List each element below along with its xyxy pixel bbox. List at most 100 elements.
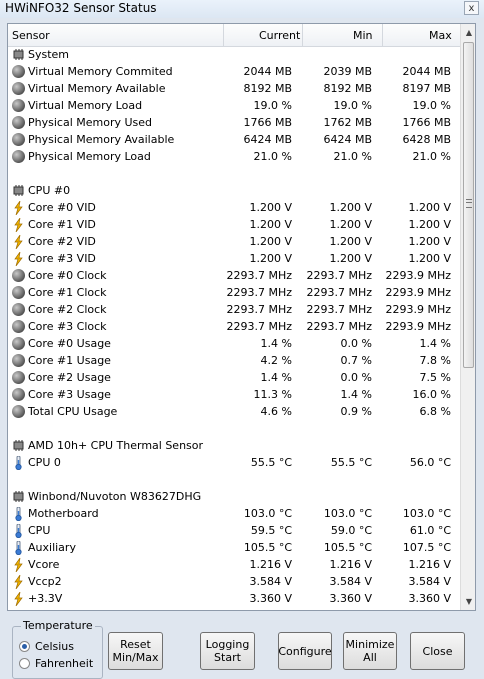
column-header-current[interactable]: Current — [259, 29, 300, 42]
current-value: 1.216 V — [249, 558, 292, 571]
table-row[interactable]: Total CPU Usage 4.6 % 0.9 % 6.8 % — [8, 403, 460, 420]
column-header-min[interactable]: Min — [353, 29, 373, 42]
min-value: 1.200 V — [329, 235, 372, 248]
current-value: 8192 MB — [243, 82, 292, 95]
table-row[interactable]: Core #3 Clock 2293.7 MHz 2293.7 MHz 2293.9 … — [8, 318, 460, 335]
sensor-value-icon — [12, 133, 25, 146]
table-row[interactable]: +3.3V 3.360 V 3.360 V 3.360 V — [8, 590, 460, 607]
column-header-max[interactable]: Max — [429, 29, 452, 42]
table-row[interactable]: Core #2 Clock 2293.7 MHz 2293.7 MHz 2293.9 … — [8, 301, 460, 318]
max-value: 2044 MB — [402, 65, 451, 78]
sensor-group-row[interactable]: AMD 10h+ CPU Thermal Sensor — [8, 437, 460, 454]
voltage-bolt-icon — [12, 557, 25, 573]
column-divider[interactable] — [382, 24, 383, 46]
table-row[interactable]: Physical Memory Available 6424 MB 6424 MB 6… — [8, 131, 460, 148]
current-value: 1766 MB — [243, 116, 292, 129]
voltage-bolt-icon — [12, 217, 25, 233]
table-row[interactable]: Physical Memory Load 21.0 % 21.0 % 21.0 % — [8, 148, 460, 165]
column-divider[interactable] — [302, 24, 303, 46]
table-row[interactable]: Auxiliary 105.5 °C 105.5 °C 107.5 °C — [8, 539, 460, 556]
max-value: 56.0 °C — [409, 456, 451, 469]
sensor-name: Core #2 Clock — [28, 303, 107, 316]
table-row[interactable]: Core #1 Usage 4.2 % 0.7 % 7.8 % — [8, 352, 460, 369]
sensor-value-icon — [12, 99, 25, 112]
sensor-group-row[interactable]: System — [8, 46, 460, 63]
thermometer-icon — [12, 523, 25, 539]
voltage-bolt-icon — [12, 591, 25, 607]
table-row[interactable]: Core #3 Usage 11.3 % 1.4 % 16.0 % — [8, 386, 460, 403]
bottom-bar: Temperature Celsius Fahrenheit Reset Min/… — [0, 612, 484, 679]
close-window-button[interactable]: x — [464, 1, 479, 15]
close-button[interactable]: Close — [410, 632, 465, 670]
current-value: 1.4 % — [260, 371, 292, 384]
scrollbar-thumb[interactable] — [463, 42, 474, 368]
fahrenheit-radio[interactable] — [19, 658, 30, 669]
configure-button[interactable]: Configure — [278, 632, 332, 670]
minimize-all-button[interactable]: Minimize All — [343, 632, 397, 670]
table-row[interactable]: Virtual Memory Available 8192 MB 8192 MB 81… — [8, 80, 460, 97]
table-row[interactable]: Motherboard 103.0 °C 103.0 °C 103.0 °C — [8, 505, 460, 522]
table-row[interactable]: Core #2 VID 1.200 V 1.200 V 1.200 V — [8, 233, 460, 250]
sensor-name: Vccp2 — [28, 575, 62, 588]
sensor-chip-icon — [12, 184, 25, 197]
vertical-scrollbar[interactable]: ▲ ▼ — [460, 24, 475, 610]
current-value: 2293.7 MHz — [226, 303, 292, 316]
logging-start-button[interactable]: Logging Start — [200, 632, 255, 670]
temperature-group: Temperature Celsius Fahrenheit — [12, 619, 103, 679]
sensor-name: Physical Memory Load — [28, 150, 151, 163]
current-value: 4.2 % — [260, 354, 292, 367]
max-value: 2293.9 MHz — [385, 269, 451, 282]
table-row[interactable]: CPU 59.5 °C 59.0 °C 61.0 °C — [8, 522, 460, 539]
column-divider[interactable] — [223, 24, 224, 46]
current-value: 59.5 °C — [250, 524, 292, 537]
table-row[interactable]: Physical Memory Used 1766 MB 1762 MB 1766 M… — [8, 114, 460, 131]
scrollbar-grip — [466, 199, 472, 208]
min-value: 1.200 V — [329, 252, 372, 265]
table-row[interactable]: Core #0 Usage 1.4 % 0.0 % 1.4 % — [8, 335, 460, 352]
scroll-down-button[interactable]: ▼ — [462, 594, 475, 609]
table-row[interactable]: Core #0 Clock 2293.7 MHz 2293.7 MHz 2293.9 … — [8, 267, 460, 284]
current-value: 21.0 % — [253, 150, 292, 163]
min-value: 0.0 % — [340, 371, 372, 384]
current-value: 1.200 V — [249, 235, 292, 248]
table-row[interactable]: Core #2 Usage 1.4 % 0.0 % 7.5 % — [8, 369, 460, 386]
min-value: 2293.7 MHz — [306, 303, 372, 316]
sensor-name: CPU 0 — [28, 456, 61, 469]
current-value: 1.4 % — [260, 337, 292, 350]
sensor-name: Winbond/Nuvoton W83627DHG — [28, 490, 202, 503]
min-value: 0.9 % — [340, 405, 372, 418]
celsius-radio[interactable] — [19, 641, 30, 652]
voltage-bolt-icon — [12, 251, 25, 267]
reset-min-max-button[interactable]: Reset Min/Max — [108, 632, 163, 670]
celsius-label[interactable]: Celsius — [35, 640, 74, 653]
table-row[interactable]: Core #1 VID 1.200 V 1.200 V 1.200 V — [8, 216, 460, 233]
column-header-sensor[interactable]: Sensor — [12, 29, 50, 42]
min-value: 2293.7 MHz — [306, 269, 372, 282]
current-value: 6424 MB — [243, 133, 292, 146]
table-row[interactable]: Vccp2 3.584 V 3.584 V 3.584 V — [8, 573, 460, 590]
sensor-name: CPU #0 — [28, 184, 71, 197]
fahrenheit-label[interactable]: Fahrenheit — [35, 657, 93, 670]
min-value: 1762 MB — [323, 116, 372, 129]
current-value: 11.3 % — [253, 388, 292, 401]
sensor-value-icon — [12, 388, 25, 401]
sensor-group-row[interactable]: Winbond/Nuvoton W83627DHG — [8, 488, 460, 505]
thermometer-icon — [12, 506, 25, 522]
sensor-name: System — [28, 48, 70, 61]
max-value: 1.216 V — [408, 558, 451, 571]
scroll-up-button[interactable]: ▲ — [462, 25, 475, 40]
min-value: 3.584 V — [329, 575, 372, 588]
table-row[interactable]: CPU 0 55.5 °C 55.5 °C 56.0 °C — [8, 454, 460, 471]
sensor-table[interactable]: Sensor Current Min Max System Virtual Mem… — [7, 23, 476, 611]
table-row[interactable]: Virtual Memory Load 19.0 % 19.0 % 19.0 % — [8, 97, 460, 114]
table-row[interactable]: Core #1 Clock 2293.7 MHz 2293.7 MHz 2293.9 … — [8, 284, 460, 301]
max-value: 1.4 % — [419, 337, 451, 350]
table-row[interactable]: Core #3 VID 1.200 V 1.200 V 1.200 V — [8, 250, 460, 267]
table-row[interactable]: Core #0 VID 1.200 V 1.200 V 1.200 V — [8, 199, 460, 216]
table-row[interactable]: Virtual Memory Commited 2044 MB 2039 MB 204… — [8, 63, 460, 80]
min-value: 2039 MB — [323, 65, 372, 78]
sensor-name: Core #0 VID — [28, 201, 96, 214]
sensor-value-icon — [12, 320, 25, 333]
sensor-group-row[interactable]: CPU #0 — [8, 182, 460, 199]
table-row[interactable]: Vcore 1.216 V 1.216 V 1.216 V — [8, 556, 460, 573]
